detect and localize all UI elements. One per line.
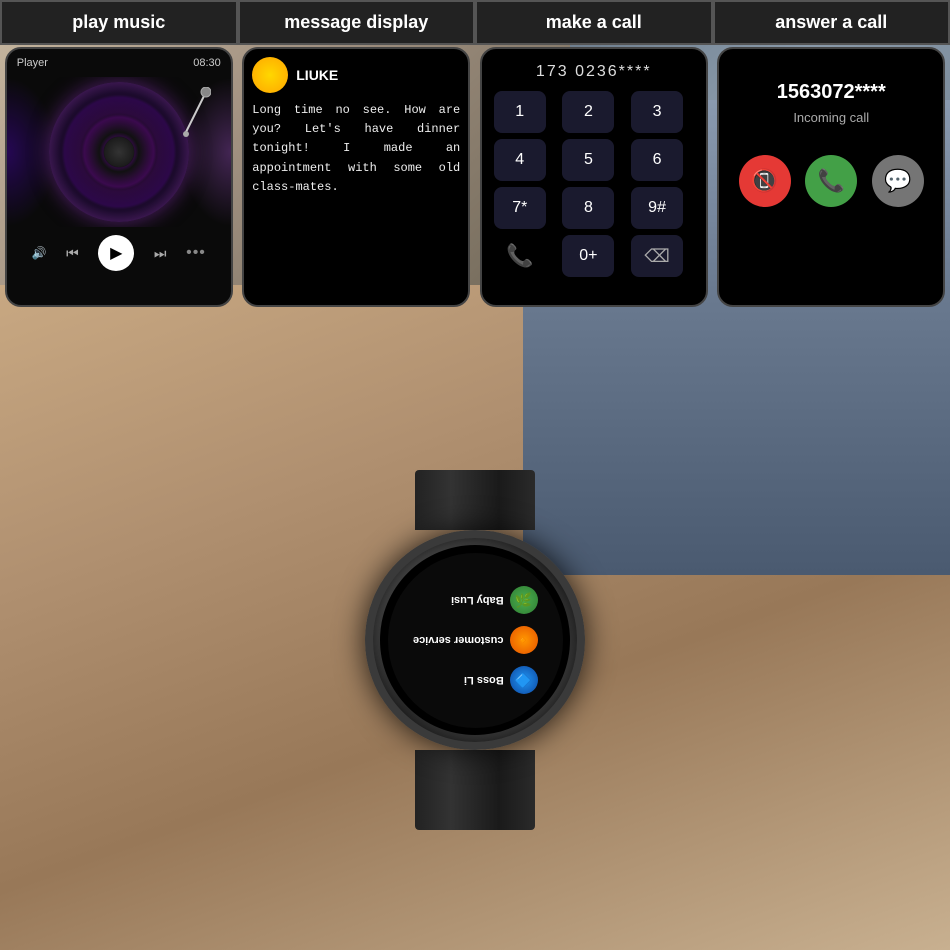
dial-key-6[interactable]: 6	[631, 139, 683, 181]
message-reply-button[interactable]: 💬	[872, 155, 924, 207]
message-screen: LIUKE Long time no see. How are you? Let…	[242, 47, 470, 307]
watch-screen: Baby Lusi 🌿 customer service 🔸 Boss Li	[388, 553, 563, 728]
incoming-number: 1563072****	[731, 81, 931, 104]
music-needle	[171, 87, 211, 147]
contact-name-2: customer service	[413, 634, 504, 646]
message-panel-section: message display LIUKE Long time no see. …	[238, 0, 476, 309]
message-label: message display	[238, 0, 476, 45]
message-reply-icon: 💬	[884, 168, 911, 194]
decline-icon: 📵	[751, 168, 778, 194]
more-button[interactable]: •••	[186, 244, 206, 262]
dial-key-7star[interactable]: 7*	[494, 187, 546, 229]
incoming-status: Incoming call	[731, 110, 931, 125]
watch-face-outer: Baby Lusi 🌿 customer service 🔸 Boss Li	[365, 530, 585, 750]
play-button[interactable]: ▶	[98, 235, 134, 271]
album-vinyl	[49, 82, 189, 222]
music-album-area	[7, 77, 231, 227]
music-controls[interactable]: 🔊 ⏮ ▶ ⏭ •••	[7, 227, 231, 279]
answer-actions: 📵 📞 💬	[731, 155, 931, 207]
decline-button[interactable]: 📵	[739, 155, 791, 207]
answer-panel-section: answer a call 1563072**** Incoming call …	[713, 0, 950, 309]
watch-contact-3: Boss Li 🔷	[398, 666, 553, 694]
call-panel-section: make a call 173 0236**** 1 2 3 4 5 6 7* …	[475, 0, 713, 309]
watch-contact-2: customer service 🔸	[398, 626, 553, 654]
player-text: Player	[17, 57, 48, 69]
smartwatch: Baby Lusi 🌿 customer service 🔸 Boss Li	[365, 470, 585, 830]
dial-key-9hash[interactable]: 9#	[631, 187, 683, 229]
feature-panels-row: play music Player 08:30	[0, 0, 950, 309]
dial-key-8[interactable]: 8	[562, 187, 614, 229]
message-header: LIUKE	[252, 57, 460, 93]
avatar-symbol-3: 🔷	[515, 672, 532, 689]
dial-number-display: 173 0236****	[490, 57, 698, 87]
watch-contact-1: Baby Lusi 🌿	[398, 586, 553, 614]
answer-label: answer a call	[713, 0, 950, 45]
answer-screen: 1563072**** Incoming call 📵 📞 💬	[717, 47, 945, 307]
dial-grid: 1 2 3 4 5 6 7* 8 9# 📞 0+ ⌫	[490, 87, 698, 281]
message-body: Long time no see. How are you? Let's hav…	[252, 101, 460, 197]
watch-face-inner: Baby Lusi 🌿 customer service 🔸 Boss Li	[380, 545, 570, 735]
dial-key-5[interactable]: 5	[562, 139, 614, 181]
music-label: play music	[0, 0, 238, 45]
call-icon: 📞	[506, 243, 533, 269]
music-panel-section: play music Player 08:30	[0, 0, 238, 309]
dial-call-button[interactable]: 📞	[494, 235, 546, 277]
watch-band-bottom	[415, 750, 535, 830]
music-header: Player 08:30	[7, 49, 231, 77]
contact-avatar-1: 🌿	[510, 586, 538, 614]
dial-backspace-button[interactable]: ⌫	[631, 235, 683, 277]
contact-name-1: Baby Lusi	[451, 594, 504, 606]
watch-band-top	[415, 470, 535, 530]
dial-key-2[interactable]: 2	[562, 91, 614, 133]
volume-icon[interactable]: 🔊	[32, 246, 47, 260]
dial-key-1[interactable]: 1	[494, 91, 546, 133]
contact-avatar-2: 🔸	[510, 626, 538, 654]
accept-icon: 📞	[818, 168, 845, 194]
contact-name-3: Boss Li	[464, 674, 504, 686]
dial-key-3[interactable]: 3	[631, 91, 683, 133]
next-button[interactable]: ⏭	[154, 245, 167, 262]
message-sender: LIUKE	[296, 67, 338, 83]
music-screen: Player 08:30	[5, 47, 233, 307]
call-label: make a call	[475, 0, 713, 45]
message-avatar	[252, 57, 288, 93]
avatar-symbol-2: 🔸	[515, 632, 532, 649]
vinyl-center	[104, 137, 134, 167]
music-time: 08:30	[193, 57, 221, 69]
dial-key-4[interactable]: 4	[494, 139, 546, 181]
avatar-symbol-1: 🌿	[515, 592, 532, 609]
contact-avatar-3: 🔷	[510, 666, 538, 694]
prev-button[interactable]: ⏮	[66, 245, 79, 262]
accept-button[interactable]: 📞	[805, 155, 857, 207]
dial-screen: 173 0236**** 1 2 3 4 5 6 7* 8 9# 📞 0+ ⌫	[480, 47, 708, 307]
dial-key-0[interactable]: 0+	[562, 235, 614, 277]
